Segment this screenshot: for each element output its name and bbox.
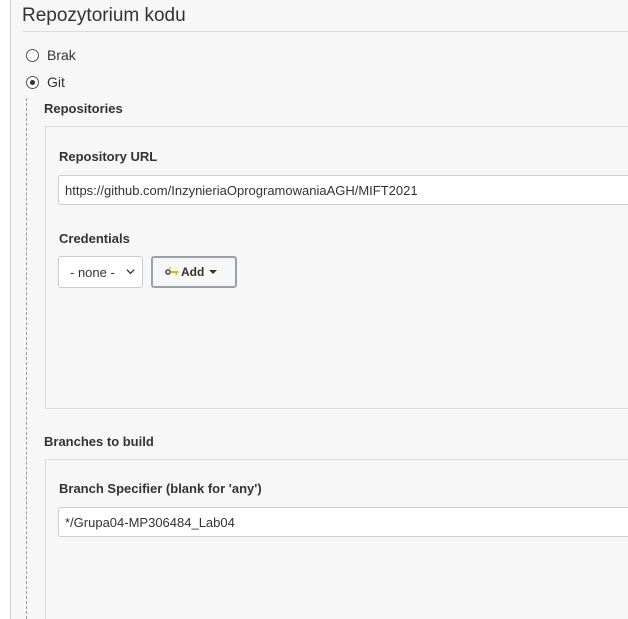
- chevron-down-icon: [126, 269, 135, 275]
- scm-config-page: Repozytorium kodu Brak Git Repositories …: [0, 0, 628, 619]
- git-options-dashed-divider: [26, 98, 27, 619]
- section-title: Repozytorium kodu: [22, 5, 186, 26]
- credentials-select[interactable]: - none -: [58, 256, 143, 288]
- radio-button-git[interactable]: [26, 75, 39, 89]
- branch-specifier-input[interactable]: [58, 507, 628, 537]
- branches-to-build-label: Branches to build: [44, 434, 154, 449]
- radio-option-git[interactable]: Git: [26, 74, 65, 90]
- credentials-label: Credentials: [59, 231, 130, 246]
- radio-label-git: Git: [47, 74, 65, 90]
- add-button-label: Add: [181, 265, 205, 279]
- radio-option-brak[interactable]: Brak: [26, 47, 76, 63]
- caret-down-icon: [209, 270, 218, 274]
- repositories-label: Repositories: [44, 101, 123, 116]
- repository-url-label: Repository URL: [59, 149, 158, 164]
- add-credentials-button[interactable]: Add: [151, 256, 237, 288]
- key-icon: [165, 267, 179, 275]
- radio-label-brak: Brak: [47, 47, 76, 63]
- credentials-selected-value: - none -: [70, 264, 115, 280]
- section-title-divider: [22, 31, 628, 32]
- left-divider: [10, 0, 11, 619]
- radio-button-brak[interactable]: [26, 48, 39, 62]
- repository-url-input[interactable]: [58, 175, 628, 205]
- branch-specifier-label: Branch Specifier (blank for 'any'): [59, 481, 262, 496]
- left-gutter: [0, 0, 10, 619]
